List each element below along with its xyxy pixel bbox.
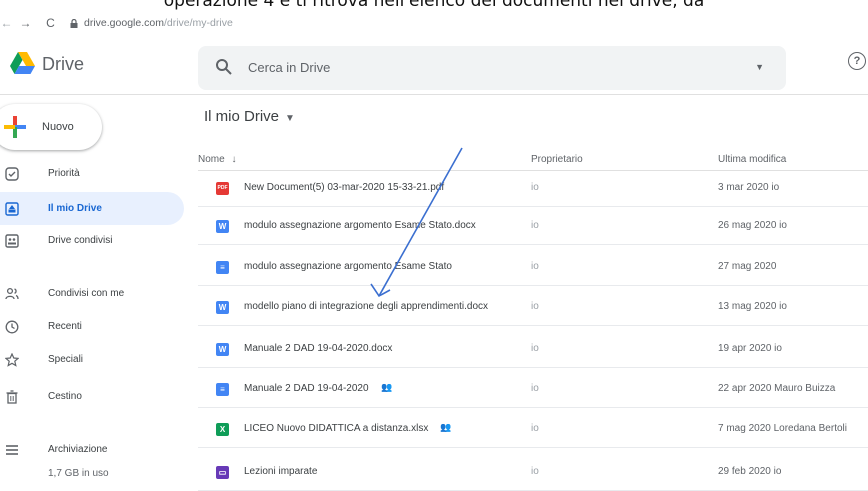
sidebar-item-starred[interactable]: Speciali bbox=[0, 343, 184, 376]
search-input[interactable]: Cerca in Drive bbox=[248, 60, 330, 75]
file-row[interactable]: W Manuale 2 DAD 19-04-2020.docx io 19 apr 2… bbox=[198, 332, 868, 368]
file-owner: io bbox=[531, 182, 539, 193]
doc-file-icon: ≡ bbox=[216, 383, 229, 396]
file-row[interactable]: ≡ modulo assegnazione argomento Esame Sta… bbox=[198, 250, 868, 286]
star-icon bbox=[5, 352, 19, 367]
sidebar-item-my-drive[interactable]: Il mio Drive bbox=[0, 192, 184, 225]
file-name[interactable]: Manuale 2 DAD 19-04-2020.docx bbox=[244, 343, 392, 354]
file-row[interactable]: Wmodulo assegnazione argomento Esame Sta… bbox=[198, 209, 868, 245]
drive-header: Drive Cerca in Drive ▼ ? bbox=[0, 40, 868, 95]
sidebar-item-label: Drive condivisi bbox=[48, 235, 113, 246]
doc-file-icon: ≡ bbox=[216, 261, 229, 274]
column-header-label: Nome bbox=[198, 154, 225, 165]
file-modified: 7 mag 2020 Loredana Bertoli bbox=[718, 423, 847, 434]
column-header-name[interactable]: Nome ↓ bbox=[198, 154, 236, 165]
sidebar-item-shared-with-me[interactable]: Condivisi con me bbox=[0, 277, 184, 310]
file-name[interactable]: Manuale 2 DAD 19-04-2020 bbox=[244, 383, 369, 394]
column-header-owner: Proprietario bbox=[531, 154, 583, 165]
page-title-text: Il mio Drive bbox=[204, 108, 280, 125]
file-modified: 26 mag 2020 io bbox=[718, 220, 787, 231]
sidebar-item-recent[interactable]: Recenti bbox=[0, 310, 184, 343]
excel-file-icon: X bbox=[216, 423, 229, 436]
chevron-down-icon: ▼ bbox=[285, 113, 295, 124]
file-modified: 29 feb 2020 io bbox=[718, 466, 782, 477]
shared-drives-icon bbox=[5, 233, 19, 248]
reload-icon[interactable]: C bbox=[44, 16, 57, 30]
slides-file-icon: ▭ bbox=[216, 466, 229, 479]
file-modified: 27 mag 2020 bbox=[718, 261, 777, 272]
file-owner: io bbox=[531, 423, 539, 434]
file-name[interactable]: modulo assegnazione argomento Esame Stat… bbox=[244, 220, 476, 231]
sidebar-item-label: Archiviazione bbox=[48, 444, 108, 455]
file-name[interactable]: modello piano di integrazione degli appr… bbox=[244, 301, 488, 312]
drive-logo-icon[interactable] bbox=[10, 52, 35, 74]
word-file-icon: W bbox=[216, 343, 229, 356]
my-drive-icon bbox=[5, 201, 19, 216]
shared-people-icon: 👥 bbox=[381, 382, 393, 392]
search-options-icon[interactable]: ▼ bbox=[755, 62, 764, 72]
clock-icon bbox=[5, 320, 19, 333]
file-row[interactable]: Wmodello piano di integrazione degli app… bbox=[198, 290, 868, 326]
file-name[interactable]: Lezioni imparate bbox=[244, 466, 317, 477]
file-modified: 13 mag 2020 io bbox=[718, 301, 787, 312]
file-owner: io bbox=[531, 383, 539, 394]
priority-icon bbox=[5, 166, 19, 181]
search-bar[interactable]: Cerca in Drive ▼ bbox=[198, 46, 786, 90]
file-name[interactable]: LICEO Nuovo DIDATTICA a distanza.xlsx bbox=[244, 423, 428, 434]
word-file-icon: W bbox=[216, 301, 229, 314]
shared-with-me-icon bbox=[5, 287, 19, 299]
file-row[interactable]: ≡ Manuale 2 DAD 19-04-2020 👥 io 22 apr 2020 … bbox=[198, 372, 868, 408]
file-modified: 19 apr 2020 io bbox=[718, 343, 782, 354]
instruction-caption: operazione 4 e ti ritrova nell'elenco de… bbox=[163, 0, 705, 11]
file-owner: io bbox=[531, 301, 539, 312]
sidebar-item-label: Priorità bbox=[48, 168, 80, 179]
pdf-file-icon: PDF bbox=[216, 182, 229, 195]
trash-icon bbox=[6, 389, 18, 404]
plus-icon bbox=[4, 116, 26, 138]
column-header-modified[interactable]: Ultima modifica bbox=[718, 154, 786, 165]
file-modified: 22 apr 2020 Mauro Buizza bbox=[718, 383, 836, 394]
sidebar-item-storage[interactable]: Archiviazione bbox=[0, 433, 184, 466]
sidebar-item-label: Recenti bbox=[48, 321, 82, 332]
help-icon[interactable]: ? bbox=[848, 52, 866, 70]
url-host: drive.google.com bbox=[84, 17, 164, 29]
new-button[interactable]: Nuovo bbox=[0, 104, 102, 150]
lock-icon bbox=[70, 18, 78, 28]
sort-arrow-icon[interactable]: ↓ bbox=[231, 154, 236, 165]
file-owner: io bbox=[531, 466, 539, 477]
sidebar-item-label: Condivisi con me bbox=[48, 288, 125, 299]
file-owner: io bbox=[531, 261, 539, 272]
file-owner: io bbox=[531, 343, 539, 354]
brand-name[interactable]: Drive bbox=[42, 54, 84, 75]
address-bar[interactable]: drive.google.com/drive/my-drive bbox=[84, 17, 233, 29]
file-owner: io bbox=[531, 220, 539, 231]
sidebar-item-trash[interactable]: Cestino bbox=[0, 380, 184, 413]
back-icon[interactable]: ← bbox=[0, 16, 13, 30]
shared-people-icon: 👥 bbox=[440, 422, 452, 432]
file-name[interactable]: New Document(5) 03-mar-2020 15-33-21.pdf bbox=[244, 182, 444, 193]
file-row[interactable]: X LICEO Nuovo DIDATTICA a distanza.xlsx 👥 i… bbox=[198, 412, 868, 448]
sidebar-item-label: Cestino bbox=[48, 391, 82, 402]
sidebar-item-shared-drives[interactable]: Drive condivisi bbox=[0, 224, 184, 257]
file-row[interactable]: PDF New Document(5) 03-mar-2020 15-33-21.… bbox=[198, 171, 868, 207]
storage-icon bbox=[6, 444, 18, 455]
file-row[interactable]: ▭ Lezioni imparate io 29 feb 2020 io bbox=[198, 455, 868, 491]
file-name[interactable]: modulo assegnazione argomento Esame Stat… bbox=[244, 261, 452, 272]
sidebar-item-priority[interactable]: Priorità bbox=[0, 157, 184, 190]
browser-toolbar: ← → C drive.google.com/drive/my-drive bbox=[0, 12, 868, 34]
word-file-icon: W bbox=[216, 220, 229, 233]
file-modified: 3 mar 2020 io bbox=[718, 182, 780, 193]
new-button-label: Nuovo bbox=[42, 121, 74, 133]
storage-usage: 1,7 GB in uso bbox=[48, 468, 109, 479]
search-icon[interactable] bbox=[215, 58, 233, 76]
url-path: /drive/my-drive bbox=[163, 17, 233, 29]
sidebar-item-label: Il mio Drive bbox=[48, 203, 102, 214]
page-title[interactable]: Il mio Drive ▼ bbox=[204, 108, 295, 125]
sidebar-item-label: Speciali bbox=[48, 354, 84, 365]
forward-icon[interactable]: → bbox=[19, 16, 32, 30]
